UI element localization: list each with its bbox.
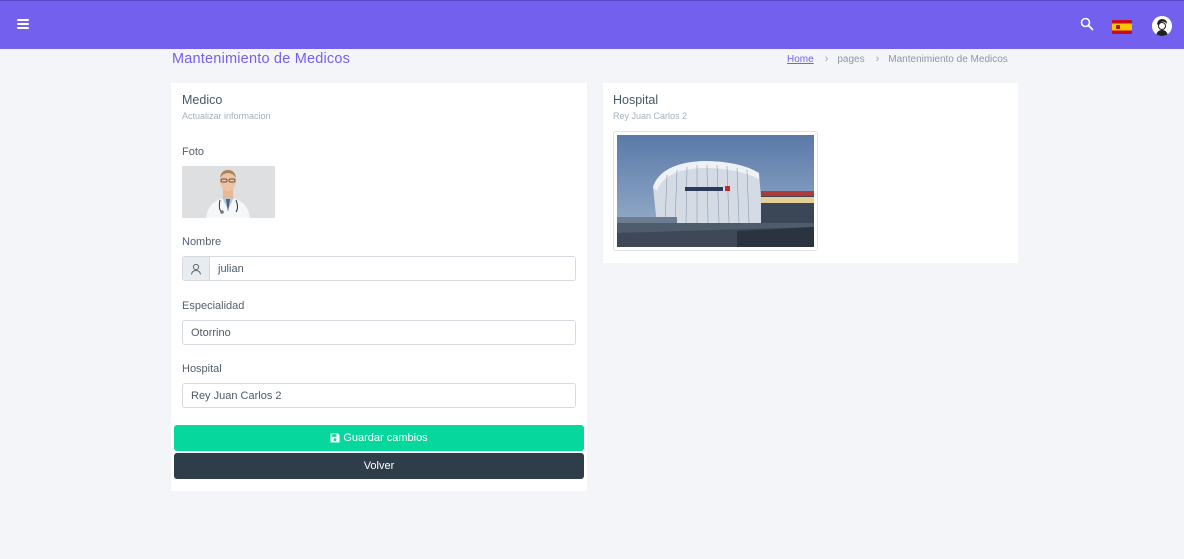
especialidad-label: Especialidad (182, 300, 245, 312)
hospital-label: Hospital (182, 363, 222, 375)
search-icon[interactable] (1080, 17, 1094, 31)
page-title: Mantenimiento de Medicos (172, 51, 351, 67)
user-icon (183, 257, 210, 280)
nombre-label: Nombre (182, 236, 222, 248)
nombre-input[interactable]: julian (210, 257, 575, 280)
hospital-image-frame (613, 131, 818, 251)
breadcrumb: Home › pages › Mantenimiento de Medicos (787, 53, 1008, 65)
hospital-card-title: Hospital (613, 93, 659, 107)
doctor-photo (182, 166, 275, 218)
nombre-input-group: julian (182, 256, 576, 281)
hospital-input[interactable]: Rey Juan Carlos 2 (182, 383, 576, 408)
photo-label: Foto (182, 146, 205, 158)
top-navbar (0, 0, 1184, 49)
especialidad-input[interactable]: Otorrino (182, 320, 576, 345)
save-button[interactable]: Guardar cambios (174, 425, 584, 451)
hospital-card-subtitle: Rey Juan Carlos 2 (613, 111, 688, 121)
chevron-right-icon: › (875, 53, 880, 65)
save-button-label: Guardar cambios (343, 432, 428, 444)
breadcrumb-current: Mantenimiento de Medicos (888, 53, 1008, 65)
breadcrumb-pages: pages (837, 53, 865, 65)
hospital-photo (617, 135, 814, 247)
chevron-right-icon: › (824, 53, 829, 65)
medico-card-subtitle: Actualizar informacion (182, 111, 271, 121)
spain-flag-icon[interactable] (1112, 20, 1132, 34)
hamburger-icon[interactable] (17, 19, 29, 29)
medico-card-title: Medico (182, 93, 223, 107)
back-button[interactable]: Volver (174, 453, 584, 479)
floppy-disk-icon (330, 433, 340, 443)
breadcrumb-home-link[interactable]: Home (787, 54, 814, 65)
user-avatar[interactable] (1152, 16, 1172, 36)
